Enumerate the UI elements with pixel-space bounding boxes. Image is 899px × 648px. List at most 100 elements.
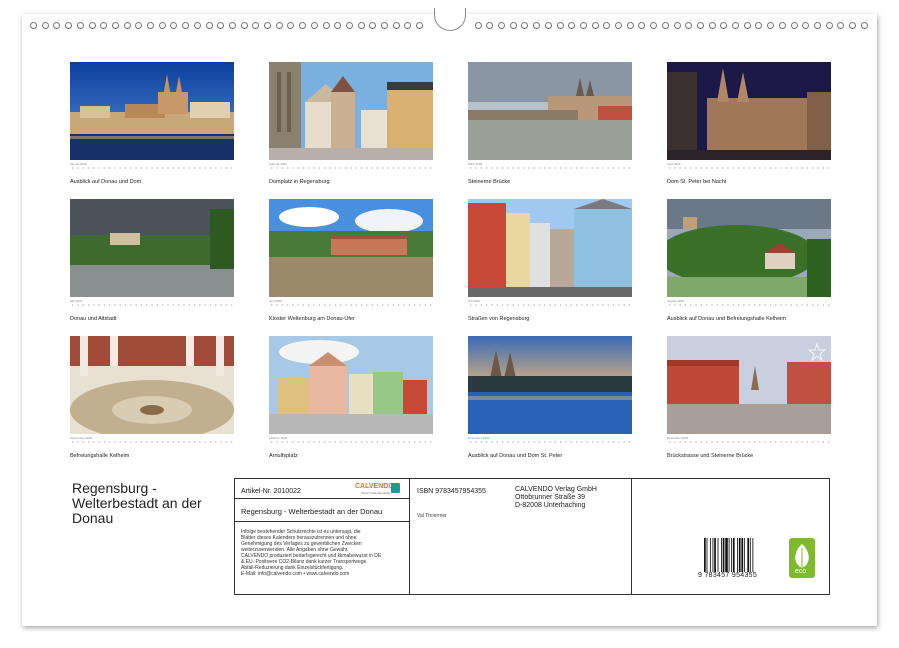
binding-ring <box>709 22 716 29</box>
calendar-title: Regensburg - Welterbestadt an der Donau <box>72 481 232 526</box>
binding-ring <box>521 22 528 29</box>
binding-ring <box>217 22 224 29</box>
barcode-bar <box>710 538 711 572</box>
calvendo-logo-sub: Kunst. Kalenderwelten <box>361 491 391 495</box>
binding-ring <box>206 22 213 29</box>
barcode-bar <box>725 538 728 572</box>
barcode-bar <box>739 538 741 572</box>
binding-ring <box>311 22 318 29</box>
barcode-digits: 9 783457 954355 <box>698 572 757 579</box>
barcode-bar <box>733 538 735 572</box>
barcode-bar <box>721 538 722 572</box>
binding-ring <box>77 22 84 29</box>
photo-august <box>667 199 831 297</box>
calvendo-logo: CALVENDO <box>355 483 394 490</box>
binding-ring <box>159 22 166 29</box>
binding-ring <box>592 22 599 29</box>
binding-ring <box>475 22 482 29</box>
binding-ring <box>779 22 786 29</box>
binding-ring <box>486 22 493 29</box>
binding-ring <box>30 22 37 29</box>
binding-ring <box>744 22 751 29</box>
binding-ring <box>53 22 60 29</box>
binding-ring <box>755 22 762 29</box>
binding-ring <box>229 22 236 29</box>
binding-ring <box>65 22 72 29</box>
binding-ring <box>89 22 96 29</box>
binding-ring <box>334 22 341 29</box>
binding-ring <box>557 22 564 29</box>
photo-november <box>468 336 632 434</box>
calvendo-logo-icon <box>391 483 400 493</box>
binding-ring <box>697 22 704 29</box>
photo-caption: Ausblick auf Donau und Dom <box>70 179 141 185</box>
binding-ring <box>545 22 552 29</box>
binding-ring <box>100 22 107 29</box>
binding-ring <box>837 22 844 29</box>
photo-caption: Domplatz in Regensburg <box>269 179 330 185</box>
binding-ring <box>369 22 376 29</box>
photo-caption: Straßen von Regensburg <box>468 316 529 322</box>
photo-caption: Brückstrasse und Steinerne Brücke <box>667 453 753 459</box>
binding-ring <box>147 22 154 29</box>
binding-ring <box>182 22 189 29</box>
binding-ring <box>241 22 248 29</box>
article-number: Artikel-Nr. 2010022 <box>241 488 301 495</box>
isbn: ISBN 9783457954355 <box>417 488 486 495</box>
barcode-bar <box>744 538 745 572</box>
binding-ring <box>802 22 809 29</box>
barcode-bar <box>704 538 706 572</box>
binding-ring <box>580 22 587 29</box>
binding-ring <box>615 22 622 29</box>
photo-caption: Arnulfsplatz <box>269 453 298 459</box>
photo-caption: Dom St. Peter bei Nacht <box>667 179 726 185</box>
binding-ring <box>568 22 575 29</box>
photo-caption: Donau und Altstadt <box>70 316 116 322</box>
barcode-bar <box>718 538 719 572</box>
binding-ring <box>416 22 423 29</box>
binding-ring <box>287 22 294 29</box>
photo-caption: Kloster Weltenburg am Donau-Ufer <box>269 316 355 322</box>
binding-ring <box>264 22 271 29</box>
binding-ring <box>638 22 645 29</box>
binding-ring <box>194 22 201 29</box>
barcode-bar <box>737 538 738 572</box>
barcode-bar <box>752 538 753 572</box>
barcode-bar <box>714 538 716 572</box>
binding-ring <box>791 22 798 29</box>
photo-february <box>269 62 433 160</box>
title-line: Donau <box>72 511 232 526</box>
binding-ring <box>603 22 610 29</box>
binding-ring <box>627 22 634 29</box>
binding-ring <box>170 22 177 29</box>
photo-caption: Befreiungshalle Kelheim <box>70 453 129 459</box>
binding-ring <box>358 22 365 29</box>
photo-july <box>468 199 632 297</box>
binding-ring <box>662 22 669 29</box>
barcode-bar <box>723 538 725 572</box>
title-line: Welterbestadt an der <box>72 496 232 511</box>
barcode <box>704 538 770 572</box>
binding-ring <box>276 22 283 29</box>
binding-ring <box>720 22 727 29</box>
binding-ring <box>42 22 49 29</box>
binding-ring <box>135 22 142 29</box>
barcode-bar <box>747 538 749 572</box>
binding-ring <box>767 22 774 29</box>
photo-january <box>70 62 234 160</box>
binding-ring <box>732 22 739 29</box>
binding-ring <box>650 22 657 29</box>
photo-caption: Ausblick auf Donau und Dom St. Peter <box>468 453 562 459</box>
photo-caption: Ausblick auf Donau und Befreiungshalle K… <box>667 316 786 322</box>
binding-ring <box>510 22 517 29</box>
eco-badge: eco <box>789 538 815 578</box>
legal-notice: Infolge bestehender Schutzrechte ist es … <box>241 529 381 577</box>
title-line: Regensburg - <box>72 481 232 496</box>
barcode-bar <box>741 538 743 572</box>
binding-ring <box>826 22 833 29</box>
barcode-bar <box>731 538 732 572</box>
binding-ring <box>346 22 353 29</box>
binding-ring <box>814 22 821 29</box>
binding-ring <box>299 22 306 29</box>
photo-caption: Steinerne Brücke <box>468 179 510 185</box>
